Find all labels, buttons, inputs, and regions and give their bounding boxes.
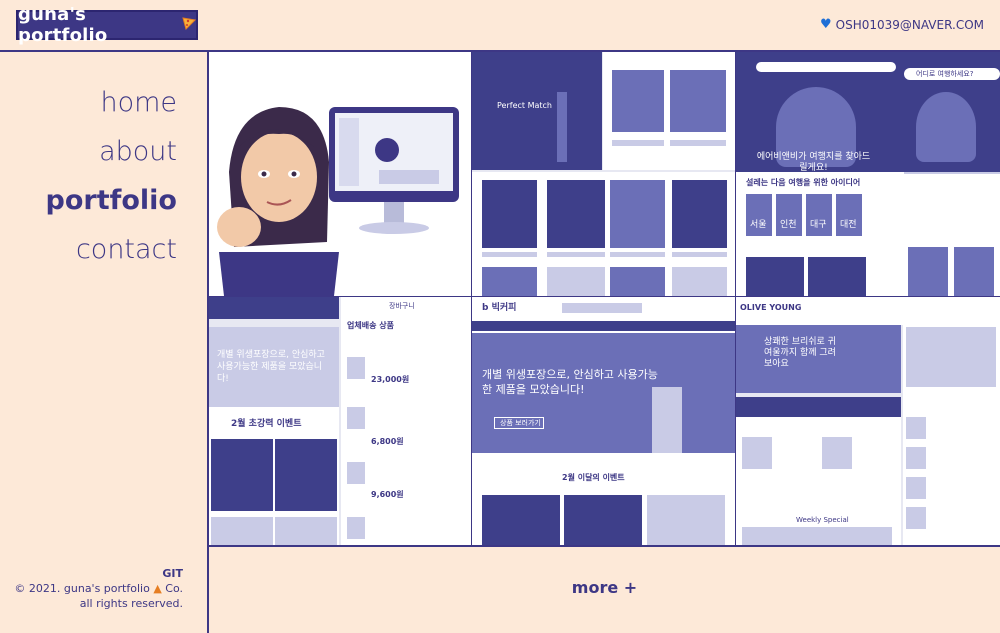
avatar-illustration: [217, 107, 459, 296]
main-nav: home about portfolio contact: [0, 78, 177, 274]
pizza-icon: ▲: [153, 582, 162, 595]
city-label: 인천: [780, 220, 797, 230]
nav-item-home[interactable]: home: [0, 78, 177, 127]
oliveyoung-brand: OLIVE YOUNG: [740, 303, 802, 312]
portfolio-item-magazine[interactable]: Perfect Match: [472, 52, 735, 296]
cart-price: 9,600원: [371, 490, 404, 499]
grid-bottom-divider: [209, 545, 1000, 547]
nav-item-about[interactable]: about: [0, 127, 177, 176]
portfolio-grid: Perfect Match 에어비앤비가 여행지를 찾아드릴게요! 어디로 여행…: [209, 52, 1000, 546]
cart-price: 23,000원: [371, 375, 410, 384]
bigcoffee-banner: 개별 위생포장으로, 안심하고 사용가능한 제품을 모았습니다!: [482, 368, 658, 396]
footer: GIT © 2021. guna's portfolio ▲ Co. all r…: [0, 566, 183, 611]
contact-email[interactable]: ♥ OSH01039@NAVER.COM: [820, 17, 984, 32]
airbnb-section: 설레는 다음 여행을 위한 아이디어: [746, 178, 861, 187]
bigcoffee-brand: b 빅커피: [482, 303, 517, 313]
shop-banner: 개별 위생포장으로, 안심하고 사용가능한 제품을 모았습니다!: [217, 350, 325, 384]
email-text: OSH01039@NAVER.COM: [835, 17, 984, 32]
more-button[interactable]: more +: [209, 578, 1000, 597]
nav-item-contact[interactable]: contact: [0, 225, 177, 274]
copyright-text: © 2021. guna's portfolio: [14, 582, 150, 595]
cart-price: 6,800원: [371, 437, 404, 446]
portfolio-item-mobile-shop[interactable]: 개별 위생포장으로, 안심하고 사용가능한 제품을 모았습니다! 2월 초강력 …: [209, 297, 471, 546]
city-label: 서울: [750, 220, 767, 230]
portfolio-item-oliveyoung[interactable]: OLIVE YOUNG 상쾌한 브리쉬로 귀여울까지 함께 그려보아요 Week…: [736, 297, 1000, 546]
git-link[interactable]: GIT: [0, 566, 183, 581]
portfolio-item-profile[interactable]: [209, 52, 471, 296]
city-label: 대전: [840, 220, 857, 230]
magazine-headline: Perfect Match: [497, 101, 552, 110]
portfolio-item-bigcoffee[interactable]: b 빅커피 개별 위생포장으로, 안심하고 사용가능한 제품을 모았습니다! 상…: [472, 297, 735, 546]
airbnb-hero-text: 에어비앤비가 여행지를 찾아드릴게요!: [756, 152, 871, 173]
bigcoffee-button: 상품 보러가기: [500, 419, 541, 427]
shop-event: 2월 초강력 이벤트: [231, 419, 302, 429]
cart-heading: 업체배송 상품: [347, 321, 394, 330]
logo-text: guna's portfolio: [18, 4, 108, 46]
site-logo[interactable]: guna's portfolio: [16, 4, 198, 46]
oliveyoung-section: Weekly Special: [796, 516, 849, 524]
airbnb-search: 어디로 여행하세요?: [916, 70, 974, 78]
cart-title: 장바구니: [389, 302, 415, 310]
oliveyoung-banner: 상쾌한 브리쉬로 귀여울까지 함께 그려보아요: [764, 337, 836, 369]
copyright-line: © 2021. guna's portfolio ▲ Co.: [0, 581, 183, 596]
copyright-suffix: Co.: [165, 582, 183, 595]
rights-text: all rights reserved.: [79, 597, 183, 610]
bigcoffee-event: 2월 이달의 이벤트: [562, 473, 625, 482]
city-label: 대구: [810, 220, 827, 230]
nav-item-portfolio[interactable]: portfolio: [0, 176, 177, 225]
heart-icon: ♥: [819, 17, 832, 32]
portfolio-item-airbnb[interactable]: 에어비앤비가 여행지를 찾아드릴게요! 어디로 여행하세요? 설레는 다음 여행…: [736, 52, 1000, 296]
pizza-icon: [182, 16, 197, 34]
